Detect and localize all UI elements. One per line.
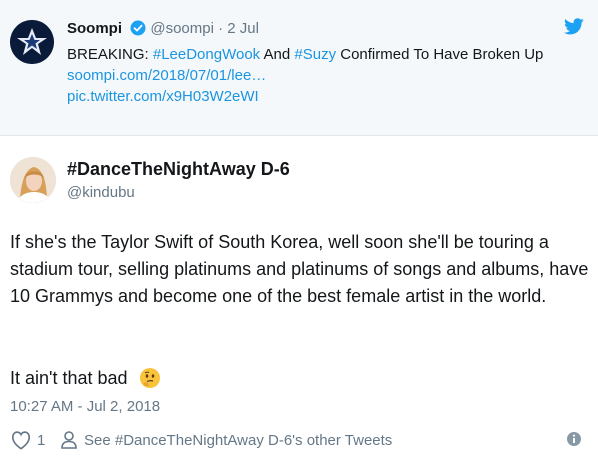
- quoted-tweet-header: Soompi @soompi · 2 Jul: [67, 19, 259, 42]
- tweet-text-second-line: It ain't that bad: [10, 366, 161, 395]
- quoted-text-rest: Confirmed To Have Broken Up: [336, 46, 544, 63]
- author-handle[interactable]: @kindubu: [67, 184, 135, 201]
- info-icon[interactable]: [566, 431, 582, 451]
- heart-icon[interactable]: [10, 430, 32, 454]
- hashtag-leedongwook-link[interactable]: #LeeDongWook: [153, 46, 260, 63]
- tweet-text-2: It ain't that bad: [10, 368, 128, 388]
- verified-icon: [130, 20, 146, 42]
- other-tweets-link[interactable]: See #DanceTheNightAway D-6's other Tweet…: [84, 432, 392, 449]
- quoted-text-prefix: BREAKING:: [67, 46, 153, 63]
- thinking-face-icon: [139, 367, 161, 395]
- twitter-bird-icon[interactable]: [564, 18, 584, 40]
- quoted-text-and: And: [260, 46, 295, 63]
- quoted-tweet-date[interactable]: 2 Jul: [227, 20, 259, 37]
- quoted-tweet-text: BREAKING: #LeeDongWook And #Suzy Confirm…: [67, 44, 547, 107]
- article-link[interactable]: soompi.com/2018/07/01/lee…: [67, 67, 266, 84]
- quoted-tweet-card[interactable]: Soompi @soompi · 2 Jul BREAKING: #LeeDon…: [0, 0, 598, 136]
- pic-link[interactable]: pic.twitter.com/x9H03W2eWI: [67, 88, 259, 105]
- soompi-avatar[interactable]: [10, 20, 54, 64]
- person-icon[interactable]: [60, 430, 78, 454]
- quoted-author-name[interactable]: Soompi: [67, 20, 122, 37]
- tweet-footer: 1 See #DanceTheNightAway D-6's other Twe…: [10, 429, 588, 453]
- kindubu-avatar[interactable]: [10, 157, 56, 203]
- hashtag-suzy-link[interactable]: #Suzy: [294, 46, 336, 63]
- dot-separator: ·: [218, 20, 224, 37]
- tweet-timestamp[interactable]: 10:27 AM - Jul 2, 2018: [10, 398, 160, 415]
- like-count[interactable]: 1: [37, 432, 45, 449]
- tweet-text: If she's the Taylor Swift of South Korea…: [10, 232, 589, 306]
- author-display-name[interactable]: #DanceTheNightAway D-6: [67, 159, 290, 180]
- quoted-author-handle[interactable]: @soompi: [150, 20, 214, 37]
